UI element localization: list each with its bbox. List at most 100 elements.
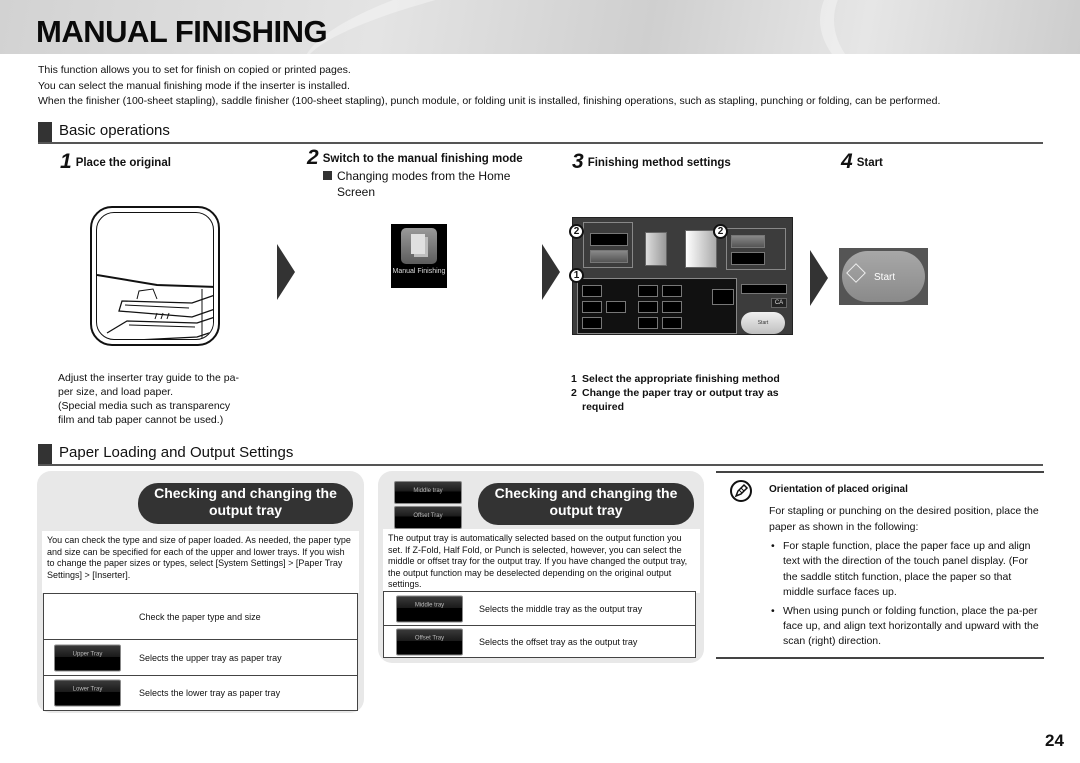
note-intro: For stapling or punching on the desired … <box>769 505 1039 533</box>
section-basic-operations: Basic operations <box>38 120 1043 144</box>
table-row: Middle tray Selects the middle tray as t… <box>384 592 695 626</box>
intro-text: This function allows you to set for fini… <box>38 63 940 110</box>
output-tray-table: Middle tray Selects the middle tray as t… <box>383 591 696 658</box>
section-title: Paper Loading and Output Settings <box>59 444 294 461</box>
home-icon-label: Manual Finishing <box>392 268 446 275</box>
copies-button[interactable] <box>741 284 787 294</box>
note-top-rule <box>716 471 1044 473</box>
card-description: The output tray is automatically selecte… <box>383 529 700 593</box>
punch-option[interactable] <box>712 289 734 305</box>
saddle-stitch-option[interactable] <box>606 301 626 313</box>
step-4: 4 Start <box>841 150 883 174</box>
upper-tray-button[interactable] <box>731 235 765 248</box>
pencil-glyph <box>734 483 749 498</box>
list-number: 1 <box>571 373 577 385</box>
intro-line: You can select the manual finishing mode… <box>38 79 350 92</box>
step-1: 1 Place the original <box>60 150 171 174</box>
offset-tray-button[interactable] <box>590 250 628 263</box>
fold-option[interactable] <box>662 317 682 329</box>
finishing-panel-screenshot: CA Start 2 2 1 <box>569 217 793 335</box>
fold-option[interactable] <box>638 301 658 313</box>
panel-start-button[interactable]: Start <box>741 312 785 334</box>
note-bottom-rule <box>716 657 1044 659</box>
step-number: 1 <box>60 150 72 173</box>
section-marker <box>38 122 52 142</box>
fold-option[interactable] <box>662 301 682 313</box>
output-tray-card: Middle tray Offset Tray Checking and cha… <box>378 471 704 663</box>
page-number: 24 <box>1045 731 1064 750</box>
step-3-list: 1 Select the appropriate finishing method… <box>571 372 802 414</box>
middle-tray-button[interactable] <box>590 233 628 246</box>
arrow-right-icon <box>542 244 560 300</box>
bullet-item: For staple function, place the paper fac… <box>769 539 1044 601</box>
fold-option[interactable] <box>662 285 682 297</box>
row-description: Check the paper type and size <box>139 611 261 622</box>
manual-finishing-home-icon[interactable]: Manual Finishing <box>391 224 447 288</box>
note-title: Orientation of placed original <box>769 484 908 495</box>
row-description: Selects the offset tray as the output tr… <box>479 636 638 647</box>
callout-1: 1 <box>569 268 584 283</box>
output-tray-group <box>583 222 633 268</box>
fold-option[interactable] <box>638 285 658 297</box>
list-item: 1 Select the appropriate finishing method <box>571 372 802 386</box>
section-title: Basic operations <box>59 122 170 139</box>
step-sub: Changing modes from the Home Screen <box>323 168 537 200</box>
bullet-item: When using punch or folding function, pl… <box>769 604 1044 650</box>
section-marker <box>38 444 52 464</box>
lower-tray-button[interactable]: Lower Tray <box>54 679 121 707</box>
square-bullet-icon <box>323 171 332 180</box>
step-number: 4 <box>841 150 853 173</box>
offset-tray-button[interactable]: Offset Tray <box>396 628 463 655</box>
staple-option[interactable] <box>582 285 602 297</box>
middle-tray-button[interactable]: Middle tray <box>394 481 462 504</box>
step-number: 3 <box>572 150 584 173</box>
caption-line: film and tab paper cannot be used.) <box>58 414 224 426</box>
page-header: MANUAL FINISHING <box>0 0 1080 54</box>
card-heading: Checking and changing the output tray <box>478 483 694 525</box>
note-bullets: For staple function, place the paper fac… <box>769 539 1044 653</box>
arrow-right-icon <box>277 244 295 300</box>
document-stack-icon <box>401 228 437 264</box>
start-label: Start <box>874 272 896 283</box>
inserter-illustration-inner <box>96 212 214 340</box>
paper-tray-table: Check the paper type and size Upper Tray… <box>43 593 358 711</box>
step-number: 2 <box>307 146 319 169</box>
upper-tray-button[interactable]: Upper Tray <box>54 644 121 671</box>
row-description: Selects the lower tray as paper tray <box>139 688 281 698</box>
clear-all-button[interactable]: CA <box>771 298 787 308</box>
staple-option[interactable] <box>582 317 602 329</box>
step-label: Finishing method settings <box>587 157 731 169</box>
offset-tray-button[interactable]: Offset Tray <box>394 506 462 529</box>
list-text: Change the paper tray or output tray as … <box>582 387 779 413</box>
step-label: Place the original <box>75 157 171 169</box>
step-label: Start <box>856 157 883 169</box>
list-text: Select the appropriate finishing method <box>582 373 780 385</box>
intro-line: When the finisher (100-sheet stapling), … <box>38 95 941 108</box>
step-1-caption: Adjust the inserter tray guide to the pa… <box>58 371 239 427</box>
callout-2: 2 <box>713 224 728 239</box>
page-title: MANUAL FINISHING <box>36 14 328 49</box>
callout-2: 2 <box>569 224 584 239</box>
caption-line: Adjust the inserter tray guide to the pa… <box>58 372 239 384</box>
table-row: Offset Tray Selects the offset tray as t… <box>384 626 695 657</box>
step-sub-label: Changing modes from the Home Screen <box>337 169 511 199</box>
staple-option[interactable] <box>582 301 602 313</box>
section-paper-loading: Paper Loading and Output Settings <box>38 442 1043 466</box>
lower-tray-button[interactable] <box>731 252 765 265</box>
inserter-illustration <box>90 206 220 346</box>
intro-line: This function allows you to set for fini… <box>38 64 351 76</box>
list-number: 2 <box>571 387 577 399</box>
machine-illustration <box>685 230 717 268</box>
header-decoration <box>820 0 1080 54</box>
step-label: Switch to the manual finishing mode <box>322 153 523 165</box>
paper-tray-card: Checking and changing the output tray Yo… <box>37 471 364 713</box>
arrow-right-icon <box>810 250 828 306</box>
card-heading: Checking and changing the output tray <box>138 483 353 524</box>
list-item: 2 Change the paper tray or output tray as… <box>571 386 802 414</box>
row-description: Selects the upper tray as paper tray <box>139 652 282 663</box>
finishing-options-group <box>577 278 737 334</box>
start-button-image[interactable]: Start <box>839 248 928 305</box>
caption-line: per size, and load paper. <box>58 386 173 398</box>
middle-tray-button[interactable]: Middle tray <box>396 595 463 622</box>
fold-option[interactable] <box>638 317 658 329</box>
